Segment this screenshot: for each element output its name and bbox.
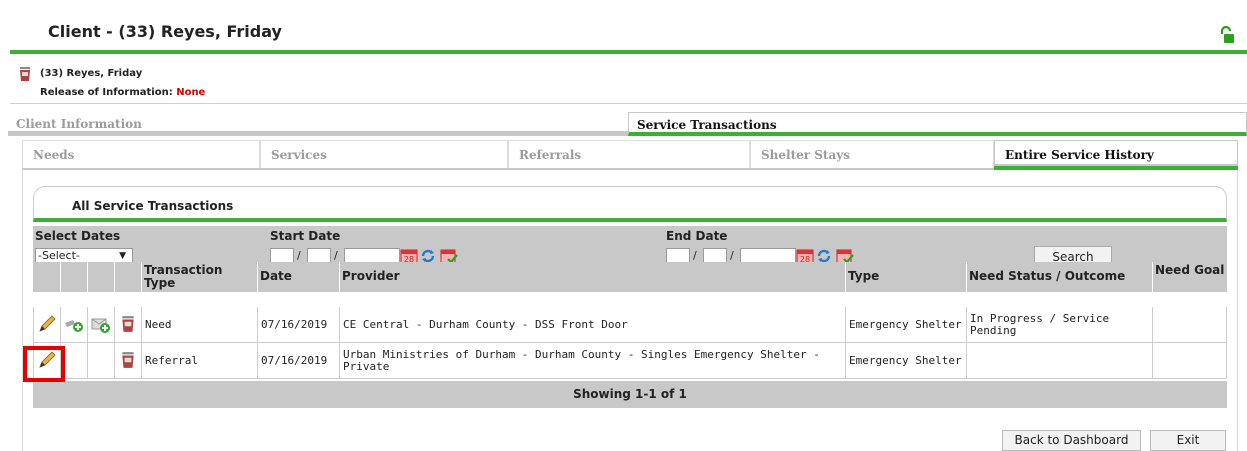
chevron-down-icon: ▼ — [119, 251, 126, 261]
trash-icon[interactable] — [120, 351, 136, 369]
trash-icon[interactable] — [18, 66, 32, 82]
date-separator: / — [297, 249, 301, 262]
back-to-dashboard-button[interactable]: Back to Dashboard — [1002, 430, 1141, 451]
start-date-label: Start Date — [270, 229, 341, 243]
release-of-information: Release of Information: None — [40, 87, 205, 98]
column-header-date: Date — [257, 262, 339, 292]
tab-service-transactions[interactable]: Service Transactions — [628, 112, 1247, 136]
cell-date: 07/16/2019 — [257, 343, 339, 379]
table-header: Transaction Type Date Provider Type Need… — [33, 262, 1227, 292]
cell-need-goal — [1152, 307, 1227, 343]
column-header-action — [60, 262, 87, 292]
cell-need-goal — [1152, 343, 1227, 379]
tab-needs[interactable]: Needs — [22, 140, 260, 168]
main-tabs: Client Information Service Transactions — [8, 112, 1247, 138]
date-separator: / — [730, 249, 734, 262]
trash-icon[interactable] — [120, 315, 136, 333]
page-header: Client - (33) Reyes, Friday — [10, 14, 1247, 54]
table-row: Referral 07/16/2019 Urban Ministries of … — [33, 343, 1227, 379]
action-cell — [114, 343, 141, 379]
tab-shelter-stays[interactable]: Shelter Stays — [750, 140, 994, 168]
end-date-label: End Date — [666, 229, 728, 243]
divider — [10, 103, 1247, 104]
date-filter-bar: Select Dates -Select- ▼ Start Date / / 2… — [33, 226, 1227, 268]
pagination-summary: Showing 1-1 of 1 — [33, 381, 1227, 408]
roi-label: Release of Information: — [40, 87, 173, 98]
panel-title: All Service Transactions — [72, 199, 234, 213]
table-row: Need 07/16/2019 CE Central - Durham Coun… — [33, 307, 1227, 343]
tab-client-information[interactable]: Client Information — [8, 112, 628, 136]
highlight-box — [23, 346, 65, 382]
date-separator: / — [334, 249, 338, 262]
tab-referrals[interactable]: Referrals — [508, 140, 750, 168]
panel-header: All Service Transactions — [33, 186, 1227, 222]
edit-pencil-icon[interactable] — [37, 314, 57, 334]
cell-transaction-type: Referral — [141, 343, 257, 379]
column-header-need-goal: Need Goal — [1152, 262, 1227, 292]
tab-entire-service-history[interactable]: Entire Service History — [994, 140, 1238, 168]
action-cell — [87, 343, 114, 379]
cell-need-status: In Progress / Service Pending — [966, 307, 1152, 343]
page-title: Client - (33) Reyes, Friday — [48, 22, 282, 41]
column-header-provider: Provider — [339, 262, 845, 292]
cell-type: Emergency Shelter — [845, 343, 966, 379]
cell-provider: Urban Ministries of Durham - Durham Coun… — [339, 343, 845, 379]
action-cell — [87, 307, 114, 343]
unlock-icon[interactable] — [1219, 26, 1235, 44]
action-cell — [114, 307, 141, 343]
cell-date: 07/16/2019 — [257, 307, 339, 343]
add-service-icon[interactable] — [64, 314, 84, 334]
tab-services[interactable]: Services — [260, 140, 508, 168]
roi-value: None — [176, 87, 206, 98]
select-dates-label: Select Dates — [35, 229, 121, 243]
column-header-need-status: Need Status / Outcome — [966, 262, 1152, 292]
exit-button[interactable]: Exit — [1150, 430, 1226, 451]
action-cell — [60, 307, 87, 343]
service-transactions-panel: All Service Transactions Select Dates -S… — [33, 186, 1227, 410]
column-header-transaction-type: Transaction Type — [141, 262, 257, 292]
cell-need-status — [966, 343, 1152, 379]
column-header-action — [33, 262, 60, 292]
client-name: (33) Reyes, Friday — [40, 68, 143, 79]
cell-provider: CE Central - Durham County - DSS Front D… — [339, 307, 845, 343]
date-separator: / — [693, 249, 697, 262]
column-header-action — [114, 262, 141, 292]
action-cell — [33, 307, 60, 343]
select-dates-value: -Select- — [38, 249, 80, 262]
cell-type: Emergency Shelter — [845, 307, 966, 343]
add-referral-icon[interactable] — [91, 314, 111, 334]
column-header-action — [87, 262, 114, 292]
column-header-type: Type — [845, 262, 966, 292]
cell-transaction-type: Need — [141, 307, 257, 343]
